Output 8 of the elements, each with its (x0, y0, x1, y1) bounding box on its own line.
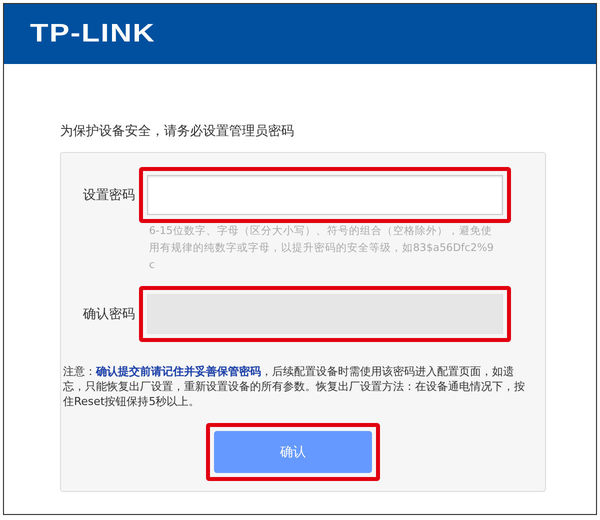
field-label: 设置密码 (82, 187, 136, 204)
password-field[interactable] (147, 175, 503, 215)
field-label: 确认密码 (82, 306, 136, 323)
confirm-button[interactable]: 确认 (214, 431, 372, 473)
hint-text: 6-15位数字、字母（区分大小写）、符号的组合（空格除外），避免使用有规律的纯数字或字母，以提升密码的安全等级，如83$a56Dfc2%9c (149, 224, 495, 273)
intro-text: 为保护设备安全，请务必设置管理员密码 (60, 123, 295, 140)
logo: TP-LINK (30, 20, 156, 48)
note-text: 注意：确认提交前请记住并妥善保管密码，后续配置设备时需使用该密码进入配置页面，如遗忘，只能恢复出厂设置，重新设置设备的所有参数。恢复出厂设置方法：在设备通电情况下，按住Reset按钮保持5秒以上。 (63, 364, 526, 409)
